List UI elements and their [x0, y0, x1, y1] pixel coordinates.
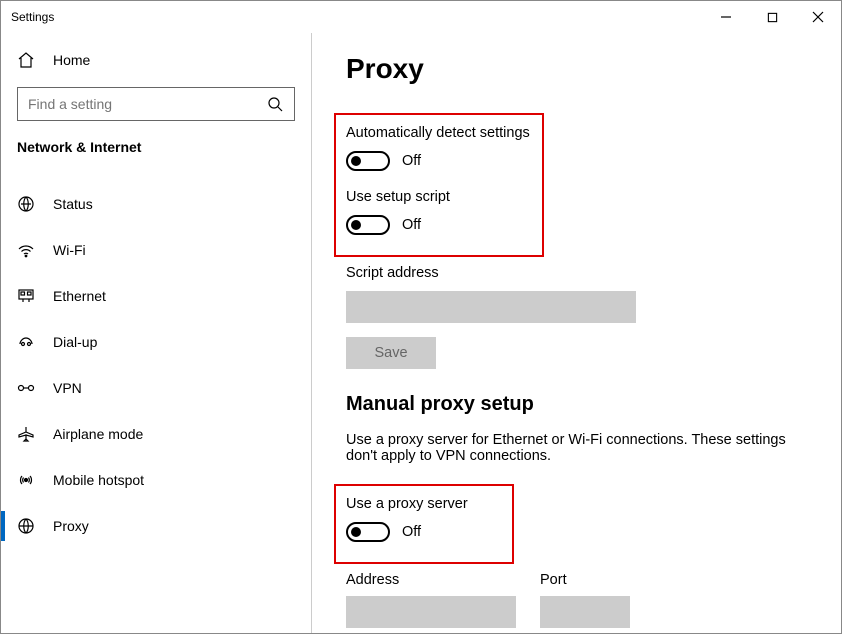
sidebar-item-label: Wi-Fi — [53, 242, 86, 258]
highlight-box-auto: Automatically detect settings Off Use se… — [334, 113, 544, 257]
use-proxy-state: Off — [402, 524, 421, 540]
sidebar-item-label: VPN — [53, 380, 82, 396]
address-label: Address — [346, 572, 516, 588]
script-address-label: Script address — [346, 265, 811, 281]
address-input[interactable] — [346, 596, 516, 628]
titlebar: Settings — [1, 1, 841, 33]
sidebar-item-airplane[interactable]: Airplane mode — [1, 411, 311, 457]
sidebar-item-vpn[interactable]: VPN — [1, 365, 311, 411]
minimize-button[interactable] — [703, 1, 749, 33]
ethernet-icon — [17, 287, 35, 305]
sidebar-item-label: Proxy — [53, 518, 89, 534]
sidebar-item-label: Ethernet — [53, 288, 106, 304]
home-label: Home — [53, 52, 90, 68]
highlight-box-manual: Use a proxy server Off — [334, 484, 514, 564]
manual-description: Use a proxy server for Ethernet or Wi-Fi… — [346, 432, 786, 464]
sidebar-item-status[interactable]: Status — [1, 181, 311, 227]
sidebar-item-label: Airplane mode — [53, 426, 143, 442]
window-controls — [703, 1, 841, 33]
airplane-icon — [17, 425, 35, 443]
use-proxy-label: Use a proxy server — [346, 496, 500, 512]
port-label: Port — [540, 572, 630, 588]
main-panel: Proxy Automatically detect settings Off … — [312, 33, 841, 633]
sidebar-item-label: Status — [53, 196, 93, 212]
setup-script-label: Use setup script — [346, 189, 530, 205]
sidebar-item-label: Dial-up — [53, 334, 97, 350]
auto-detect-label: Automatically detect settings — [346, 125, 530, 141]
use-proxy-toggle[interactable] — [346, 522, 390, 542]
maximize-button[interactable] — [749, 1, 795, 33]
sidebar-item-wifi[interactable]: Wi-Fi — [1, 227, 311, 273]
setup-script-toggle[interactable] — [346, 215, 390, 235]
sidebar: Home Network & Internet Status Wi-Fi — [1, 33, 311, 633]
vpn-icon — [17, 379, 35, 397]
page-title: Proxy — [346, 53, 811, 85]
close-button[interactable] — [795, 1, 841, 33]
auto-detect-state: Off — [402, 153, 421, 169]
hotspot-icon — [17, 471, 35, 489]
search-box[interactable] — [17, 87, 295, 121]
search-icon — [266, 95, 284, 113]
sidebar-category: Network & Internet — [1, 139, 311, 167]
dialup-icon — [17, 333, 35, 351]
sidebar-item-dialup[interactable]: Dial-up — [1, 319, 311, 365]
sidebar-nav: Status Wi-Fi Ethernet Dial-up — [1, 181, 311, 549]
home-button[interactable]: Home — [1, 41, 311, 79]
script-address-input[interactable] — [346, 291, 636, 323]
save-button[interactable]: Save — [346, 337, 436, 369]
wifi-icon — [17, 241, 35, 259]
home-icon — [17, 51, 35, 69]
sidebar-item-ethernet[interactable]: Ethernet — [1, 273, 311, 319]
status-icon — [17, 195, 35, 213]
auto-detect-toggle[interactable] — [346, 151, 390, 171]
search-input[interactable] — [28, 96, 266, 112]
port-input[interactable] — [540, 596, 630, 628]
sidebar-item-hotspot[interactable]: Mobile hotspot — [1, 457, 311, 503]
setup-script-state: Off — [402, 217, 421, 233]
proxy-icon — [17, 517, 35, 535]
sidebar-item-label: Mobile hotspot — [53, 472, 144, 488]
manual-heading: Manual proxy setup — [346, 393, 811, 416]
window-title: Settings — [11, 10, 54, 24]
sidebar-item-proxy[interactable]: Proxy — [1, 503, 311, 549]
